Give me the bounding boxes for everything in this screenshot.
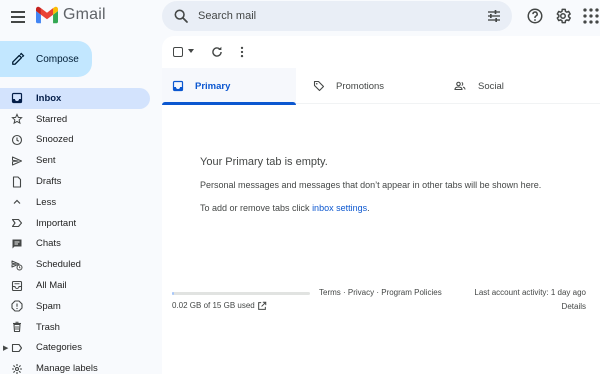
compose-button[interactable]: Compose <box>0 41 92 77</box>
tab-label: Primary <box>195 80 231 92</box>
terms-link[interactable]: Terms <box>319 288 341 297</box>
sidebar-item-sent[interactable]: Sent <box>0 150 156 171</box>
empty-state: Your Primary tab is empty. Personal mess… <box>200 156 590 213</box>
empty-hint: To add or remove tabs click inbox settin… <box>200 203 370 213</box>
sidebar-item-label: Snoozed <box>36 134 74 146</box>
inbox-tab-icon <box>172 80 184 92</box>
sidebar-item-label: Starred <box>36 113 68 125</box>
sidebar-item-label: Less <box>36 196 57 208</box>
gmail-logo[interactable]: Gmail <box>36 6 106 24</box>
people-icon <box>454 81 466 91</box>
sidebar-item-important[interactable]: Important <box>0 213 156 234</box>
chat-icon <box>11 238 23 250</box>
hint-prefix: To add or remove tabs click <box>200 203 313 213</box>
apps-button[interactable] <box>582 7 600 25</box>
sidebar-item-inbox[interactable]: Inbox <box>0 88 150 109</box>
trash-icon <box>11 321 23 333</box>
storage-text: 0.02 GB of 15 GB used <box>172 301 255 310</box>
manage-labels-icon <box>11 363 23 374</box>
search-input[interactable] <box>198 6 478 26</box>
sidebar-item-label: All Mail <box>36 280 67 292</box>
apps-icon[interactable] <box>582 7 600 25</box>
select-all-checkbox[interactable] <box>173 47 183 57</box>
tab-primary[interactable]: Primary <box>162 68 296 105</box>
footer: 0.02 GB of 15 GB used Terms · Privacy · … <box>162 286 600 326</box>
more-vert-icon[interactable] <box>237 45 247 59</box>
sidebar-item-scheduled[interactable]: Scheduled <box>0 254 156 275</box>
link-separator: · <box>340 288 348 297</box>
sidebar-item-label: Sent <box>36 155 56 167</box>
sidebar-item-all-mail[interactable]: All Mail <box>0 275 156 296</box>
menu-icon[interactable] <box>9 8 27 26</box>
sidebar-item-chats[interactable]: Chats <box>0 234 156 255</box>
storage-meter-fill <box>172 292 175 295</box>
tab-label: Promotions <box>336 80 385 92</box>
compose-label: Compose <box>36 53 79 65</box>
sidebar-item-label: Categories <box>36 342 82 354</box>
privacy-link[interactable]: Privacy <box>348 288 374 297</box>
hint-suffix: . <box>367 203 370 213</box>
help-button[interactable] <box>526 7 544 25</box>
important-icon <box>11 217 23 229</box>
refresh-icon[interactable] <box>210 45 224 59</box>
sidebar-item-label: Manage labels <box>36 363 98 374</box>
app-name: Gmail <box>63 6 106 23</box>
sidebar-item-categories[interactable]: ▶ Categories <box>0 338 156 359</box>
sidebar-item-manage-labels[interactable]: Manage labels <box>0 358 156 374</box>
inbox-settings-link[interactable]: inbox settings <box>312 203 367 213</box>
settings-icon[interactable] <box>554 7 572 25</box>
help-icon[interactable] <box>526 7 544 25</box>
sidebar-item-trash[interactable]: Trash <box>0 317 156 338</box>
details-link[interactable]: Details <box>562 302 586 311</box>
schedule-send-icon <box>11 259 23 271</box>
empty-title: Your Primary tab is empty. <box>200 156 328 168</box>
gmail-m-icon <box>36 6 58 24</box>
category-tabs: Primary Promotions Social <box>162 68 600 105</box>
inbox-icon <box>11 92 23 104</box>
tab-label: Social <box>478 80 504 92</box>
expand-caret-icon[interactable]: ▶ <box>3 344 8 352</box>
search-icon[interactable] <box>173 8 189 24</box>
sidebar-item-label: Trash <box>36 321 60 333</box>
chevron-up-icon <box>11 196 23 208</box>
all-mail-icon <box>11 280 23 292</box>
send-icon <box>11 155 23 167</box>
clock-icon <box>11 134 23 146</box>
search-bar[interactable] <box>162 1 512 31</box>
tab-promotions[interactable]: Promotions <box>310 68 444 104</box>
program-policies-link[interactable]: Program Policies <box>381 288 441 297</box>
footer-links: Terms · Privacy · Program Policies <box>319 288 442 297</box>
storage-meter <box>172 292 310 295</box>
sidebar-item-spam[interactable]: Spam <box>0 296 156 317</box>
mail-toolbar <box>162 36 600 68</box>
spam-icon <box>11 300 23 312</box>
sidebar-item-snoozed[interactable]: Snoozed <box>0 130 156 151</box>
settings-button[interactable] <box>554 7 572 25</box>
tag-icon <box>313 80 325 92</box>
sidebar-item-drafts[interactable]: Drafts <box>0 171 156 192</box>
last-activity: Last account activity: 1 day ago <box>474 288 586 297</box>
top-bar: Gmail <box>0 0 600 34</box>
sidebar-item-starred[interactable]: Starred <box>0 109 156 130</box>
empty-description: Personal messages and messages that don’… <box>200 180 542 190</box>
tab-social[interactable]: Social <box>451 68 585 104</box>
sidebar-nav: Inbox Starred Snoozed Sent Drafts Less I… <box>0 88 156 374</box>
sidebar-item-label: Inbox <box>36 92 62 104</box>
draft-icon <box>11 176 23 188</box>
pencil-icon <box>12 52 25 65</box>
sidebar-item-label: Scheduled <box>36 259 81 271</box>
sidebar-item-label: Drafts <box>36 176 62 188</box>
sidebar-item-label: Important <box>36 217 77 229</box>
sidebar-item-label: Chats <box>36 238 61 250</box>
select-menu-caret-icon[interactable] <box>188 49 194 53</box>
sidebar-item-less[interactable]: Less <box>0 192 156 213</box>
sidebar-item-label: Spam <box>36 300 61 312</box>
main-panel: Primary Promotions Social Your Primary t… <box>162 36 600 374</box>
open-in-new-icon[interactable] <box>257 301 267 311</box>
tune-icon[interactable] <box>486 8 502 24</box>
star-icon <box>11 113 23 125</box>
label-icon <box>11 342 23 354</box>
